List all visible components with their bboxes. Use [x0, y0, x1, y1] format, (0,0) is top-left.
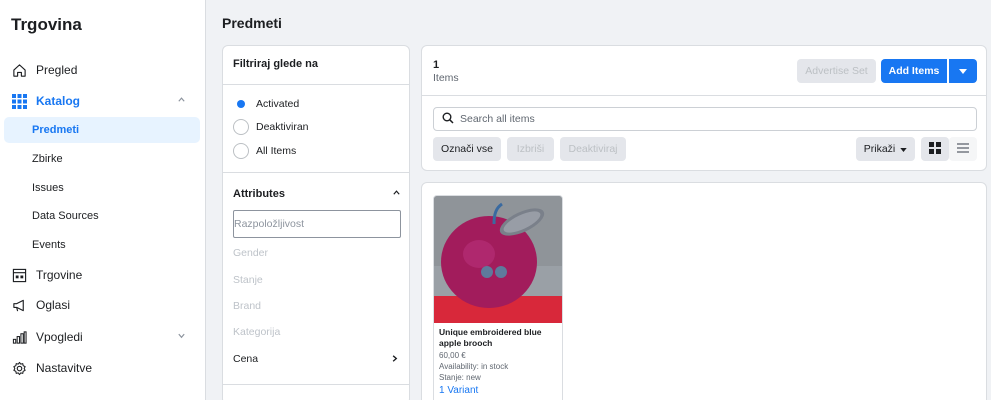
nav-item-vpogledi[interactable]: Vpogledi [4, 323, 200, 351]
filter-panel: Filtriraj glede na Activated Deaktiviran… [222, 45, 410, 400]
item-count: 1 [433, 59, 440, 71]
search-input[interactable] [460, 113, 960, 125]
status-option-activated[interactable]: Activated [233, 96, 299, 112]
show-label: Prikaži [863, 143, 896, 155]
product-condition: Stanje: new [439, 373, 481, 382]
attribute-brand[interactable]: Brand [233, 300, 261, 312]
items-grid: Unique embroidered blue apple brooch 60,… [421, 182, 987, 400]
sidebar-item-events[interactable]: Events [4, 232, 200, 258]
toolbar-panel: 1 Items Advertise Set Add Items Označi v… [421, 45, 987, 171]
show-dropdown-button[interactable]: Prikaži [856, 137, 915, 161]
divider [422, 95, 986, 96]
list-view-icon [957, 142, 969, 156]
grid-icon [11, 93, 27, 109]
attributes-header[interactable]: Attributes [233, 188, 401, 200]
grid-view-icon [929, 141, 941, 157]
attribute-kategorija[interactable]: Kategorija [233, 326, 280, 338]
radio-label: Deaktiviran [256, 121, 309, 133]
status-option-deaktiviran[interactable]: Deaktiviran [233, 119, 309, 135]
nav-item-oglasi[interactable]: Oglasi [4, 291, 200, 319]
add-items-dropdown-button[interactable] [949, 59, 977, 83]
attributes-title: Attributes [233, 188, 285, 200]
brand-title: Trgovina [11, 15, 82, 34]
item-count-label: Items [433, 72, 459, 84]
chevron-up-icon [177, 95, 186, 107]
sidebar: Trgovina Pregled Katalog Predmeti Zbirke… [0, 0, 206, 400]
nav-item-trgovine[interactable]: Trgovine [4, 261, 200, 289]
radio-icon[interactable] [233, 119, 249, 135]
search-icon [442, 112, 454, 127]
product-price: 60,00 € [439, 351, 466, 360]
nav-label: Oglasi [36, 298, 71, 312]
chevron-right-icon[interactable] [390, 354, 399, 366]
caret-down-icon [900, 143, 907, 155]
nav-label: Katalog [36, 94, 81, 108]
product-availability: Availability: in stock [439, 362, 509, 371]
caret-down-icon [959, 65, 967, 77]
nav-label: Pregled [36, 63, 78, 77]
sidebar-item-predmeti[interactable]: Predmeti [4, 117, 200, 143]
chevron-up-icon [392, 188, 401, 200]
sidebar-item-issues[interactable]: Issues [4, 175, 200, 201]
list-view-button[interactable] [949, 137, 977, 161]
radio-label: All Items [256, 145, 297, 157]
select-all-button[interactable]: Označi vse [433, 137, 501, 161]
product-image[interactable] [434, 196, 562, 323]
nav-item-pregled[interactable]: Pregled [4, 56, 200, 84]
sidebar-item-data-sources[interactable]: Data Sources [4, 203, 200, 229]
attribute-cena[interactable]: Cena [233, 353, 258, 365]
status-option-all-items[interactable]: All Items [233, 143, 296, 159]
deactivate-button[interactable]: Deaktiviraj [560, 137, 626, 161]
divider [223, 172, 409, 173]
product-title: Unique embroidered blue apple brooch [439, 327, 542, 348]
radio-checked-icon[interactable] [233, 96, 249, 112]
home-icon [11, 62, 27, 78]
radio-label: Activated [256, 98, 300, 110]
search-box[interactable] [433, 107, 977, 131]
attribute-stanje[interactable]: Stanje [233, 274, 263, 286]
shop-icon [11, 267, 27, 283]
add-items-button[interactable]: Add Items [881, 59, 947, 83]
megaphone-icon [11, 297, 27, 313]
nav-label: Vpogledi [36, 330, 83, 344]
radio-icon[interactable] [233, 143, 249, 159]
gear-icon [11, 360, 27, 376]
product-card[interactable]: Unique embroidered blue apple brooch 60,… [433, 195, 563, 400]
nav-item-katalog[interactable]: Katalog [4, 87, 200, 115]
filter-title: Filtriraj glede na [233, 58, 318, 70]
nav-label: Nastavitve [36, 361, 93, 375]
advertise-set-button[interactable]: Advertise Set [797, 59, 876, 83]
grid-view-button[interactable] [921, 137, 949, 161]
divider [223, 84, 409, 85]
chevron-down-icon [177, 331, 186, 343]
divider [223, 384, 409, 385]
attribute-search-input[interactable] [233, 210, 401, 238]
chart-icon [11, 329, 27, 345]
product-variants-link[interactable]: 1 Variant [439, 385, 478, 396]
sidebar-item-zbirke[interactable]: Zbirke [4, 146, 200, 172]
delete-button[interactable]: Izbriši [507, 137, 554, 161]
attribute-gender[interactable]: Gender [233, 247, 268, 259]
nav-item-nastavitve[interactable]: Nastavitve [4, 354, 200, 382]
page-title: Predmeti [222, 15, 282, 31]
nav-label: Trgovine [36, 268, 83, 282]
